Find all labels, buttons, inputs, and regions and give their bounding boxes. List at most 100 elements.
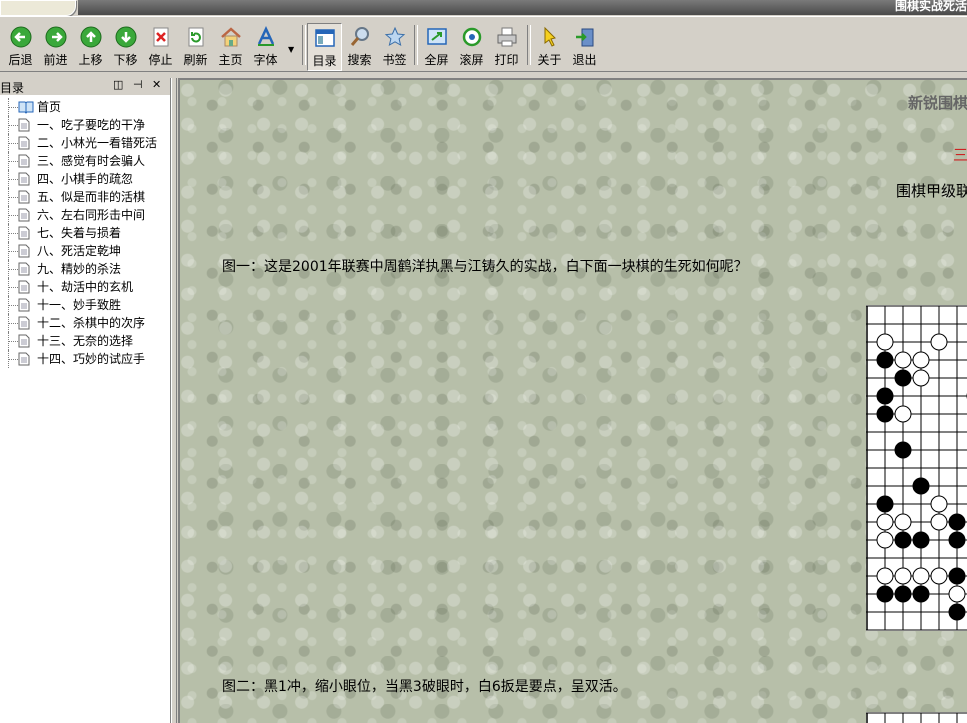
figure2-caption: 图二：黑1冲，缩小眼位，当黑3破眼时，白6扳是要点，呈双活。 bbox=[222, 679, 627, 695]
toolbar-group-view: 目录 搜索 书签 bbox=[307, 23, 412, 71]
contents-sidebar: 目录 ◫ ⊣ ✕ 首页一、吃子要吃的干净二、小林光一看错死活 三、感觉有时会骗人四… bbox=[0, 78, 171, 723]
tree-item-chapter[interactable]: 七、失着与损着 bbox=[0, 224, 170, 242]
tree-item-chapter[interactable]: 二、小林光一看错死活 bbox=[0, 134, 170, 152]
tree-item-chapter[interactable]: 五、似是而非的活棋 bbox=[0, 188, 170, 206]
page-icon bbox=[18, 118, 32, 132]
white-stone bbox=[912, 351, 930, 369]
white-stone bbox=[948, 585, 966, 603]
refresh-button[interactable]: 刷新 bbox=[178, 23, 213, 71]
tree-item-chapter[interactable]: 八、死活定乾坤 bbox=[0, 242, 170, 260]
sidebar-close-icon[interactable]: ✕ bbox=[152, 78, 161, 91]
move-down-button[interactable]: 下移 bbox=[108, 23, 143, 71]
tree-item-chapter[interactable]: 十、劫活中的玄机 bbox=[0, 278, 170, 296]
white-stone bbox=[912, 369, 930, 387]
sidebar-dock-icon[interactable]: ◫ bbox=[113, 78, 123, 91]
tree-item-chapter[interactable]: 六、左右同形击中间 bbox=[0, 206, 170, 224]
tree-item-chapter[interactable]: 四、小棋手的疏忽 bbox=[0, 170, 170, 188]
toolbar-group-display: 全屏 滚屏 打印 bbox=[419, 23, 524, 71]
home-button[interactable]: 主页 bbox=[213, 23, 248, 71]
print-icon bbox=[496, 26, 518, 48]
go-board-figure2 bbox=[866, 712, 967, 723]
fullscreen-icon bbox=[426, 26, 448, 48]
chapter-heading: 三 bbox=[953, 146, 967, 164]
white-stone bbox=[930, 495, 948, 513]
sidebar-header: 目录 ◫ ⊣ ✕ bbox=[0, 78, 170, 95]
sidebar-splitter[interactable] bbox=[171, 78, 177, 723]
search-button[interactable]: 搜索 bbox=[342, 23, 377, 71]
tree-item-home[interactable]: 首页 bbox=[0, 98, 170, 116]
black-stone bbox=[894, 531, 912, 549]
back-button[interactable]: 后退 bbox=[3, 23, 38, 71]
tree-item-label: 十一、妙手致胜 bbox=[37, 298, 122, 312]
tree-item-label: 首页 bbox=[37, 100, 62, 114]
toolbar-separator bbox=[302, 25, 306, 65]
figure1-caption: 图一：这是2001年联赛中周鹤洋执黑与江铸久的实战，白下面一块棋的生死如何呢？ bbox=[222, 259, 748, 275]
tree-item-chapter[interactable]: 十一、妙手致胜 bbox=[0, 296, 170, 314]
page-icon bbox=[18, 208, 32, 222]
white-stone bbox=[930, 567, 948, 585]
page-icon bbox=[18, 154, 32, 168]
up-arrow-icon bbox=[80, 26, 102, 48]
tree-item-chapter[interactable]: 一、吃子要吃的干净 bbox=[0, 116, 170, 134]
white-stone bbox=[876, 333, 894, 351]
white-stone bbox=[894, 513, 912, 531]
font-dropdown-arrow-icon[interactable]: ▼ bbox=[288, 45, 294, 54]
bookmark-star-icon bbox=[384, 26, 406, 48]
content-pane[interactable]: 新锐围棋 三 围棋甲级联 图一：这是2001年联赛中周鹤洋执黑与江铸久的实战，白… bbox=[178, 78, 967, 723]
page-icon bbox=[18, 172, 32, 186]
toolbar-separator bbox=[414, 25, 418, 65]
black-stone bbox=[948, 531, 966, 549]
tree-item-label: 八、死活定乾坤 bbox=[37, 244, 122, 258]
exit-button[interactable]: 退出 bbox=[567, 23, 602, 71]
contents-tree: 首页一、吃子要吃的干净二、小林光一看错死活 三、感觉有时会骗人四、小棋手的疏忽五、… bbox=[0, 98, 170, 368]
tree-item-chapter[interactable]: 十二、杀棋中的次序 bbox=[0, 314, 170, 332]
white-stone bbox=[930, 513, 948, 531]
go-board-figure1 bbox=[866, 305, 967, 631]
tree-item-chapter[interactable]: 十四、巧妙的试应手 bbox=[0, 350, 170, 368]
move-up-button[interactable]: 上移 bbox=[73, 23, 108, 71]
tree-item-chapter[interactable]: 十三、无奈的选择 bbox=[0, 332, 170, 350]
tree-item-label: 十二、杀棋中的次序 bbox=[37, 316, 146, 330]
font-icon bbox=[255, 26, 277, 48]
title-strip: 围棋实战死活 bbox=[78, 0, 967, 15]
tree-item-chapter[interactable]: 三、感觉有时会骗人 bbox=[0, 152, 170, 170]
black-stone bbox=[876, 387, 894, 405]
black-stone bbox=[894, 369, 912, 387]
font-button[interactable]: 字体 bbox=[248, 23, 283, 71]
print-button[interactable]: 打印 bbox=[489, 23, 524, 71]
page-icon bbox=[18, 136, 32, 150]
forward-button[interactable]: 前进 bbox=[38, 23, 73, 71]
black-stone bbox=[876, 495, 894, 513]
document-subtitle: 围棋甲级联 bbox=[896, 182, 967, 200]
black-stone bbox=[948, 513, 966, 531]
title-bar: 围棋实战死活 bbox=[0, 0, 967, 16]
white-stone bbox=[912, 567, 930, 585]
bookmark-button[interactable]: 书签 bbox=[377, 23, 412, 71]
black-stone bbox=[894, 441, 912, 459]
title-tab[interactable] bbox=[0, 0, 76, 16]
page-icon bbox=[18, 334, 32, 348]
contents-button[interactable]: 目录 bbox=[307, 23, 342, 71]
page-icon bbox=[18, 316, 32, 330]
fullscreen-button[interactable]: 全屏 bbox=[419, 23, 454, 71]
search-icon bbox=[349, 26, 371, 48]
white-stone bbox=[894, 405, 912, 423]
black-stone bbox=[912, 585, 930, 603]
white-stone bbox=[876, 513, 894, 531]
black-stone bbox=[894, 585, 912, 603]
autoscroll-button[interactable]: 滚屏 bbox=[454, 23, 489, 71]
about-button[interactable]: 关于 bbox=[532, 23, 567, 71]
tree-item-chapter[interactable]: 九、精妙的杀法 bbox=[0, 260, 170, 278]
white-stone bbox=[876, 531, 894, 549]
sidebar-pin-icon[interactable]: ⊣ bbox=[133, 78, 143, 91]
black-stone bbox=[912, 531, 930, 549]
toolbar-group-app: 关于 退出 bbox=[532, 23, 602, 71]
black-stone bbox=[876, 351, 894, 369]
tree-item-label: 四、小棋手的疏忽 bbox=[37, 172, 134, 186]
autoscroll-icon bbox=[461, 26, 483, 48]
page-icon bbox=[18, 280, 32, 294]
page-icon bbox=[18, 244, 32, 258]
stop-button[interactable]: 停止 bbox=[143, 23, 178, 71]
page-icon bbox=[18, 190, 32, 204]
tree-item-label: 一、吃子要吃的干净 bbox=[37, 118, 146, 132]
